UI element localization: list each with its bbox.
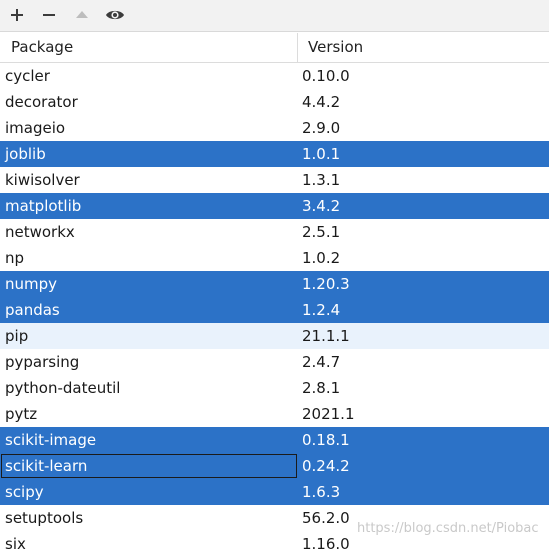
package-version: 2.4.7: [302, 353, 341, 371]
package-name: matplotlib: [5, 197, 82, 215]
column-header-version[interactable]: Version: [308, 33, 363, 62]
package-version: 1.3.1: [302, 171, 341, 189]
package-name: cycler: [5, 67, 50, 85]
table-row[interactable]: python-dateutil 2.8.1: [0, 375, 549, 401]
package-version: 0.10.0: [302, 67, 350, 85]
package-version: 1.20.3: [302, 275, 350, 293]
package-version: 1.16.0: [302, 535, 350, 550]
package-version: 4.4.2: [302, 93, 341, 111]
package-version: 1.2.4: [302, 301, 341, 319]
minus-icon: [43, 14, 55, 16]
package-name: scikit-image: [5, 431, 97, 449]
package-name: six: [5, 535, 26, 550]
package-name: pandas: [5, 301, 60, 319]
table-row[interactable]: np 1.0.2: [0, 245, 549, 271]
table-row[interactable]: matplotlib 3.4.2: [0, 193, 549, 219]
package-version: 0.18.1: [302, 431, 350, 449]
package-version: 1.0.2: [302, 249, 341, 267]
package-version: 2021.1: [302, 405, 355, 423]
package-version: 56.2.0: [302, 509, 350, 527]
watermark: https://blog.csdn.net/Piobac: [357, 521, 539, 536]
package-name: pytz: [5, 405, 38, 423]
package-name: joblib: [5, 145, 46, 163]
package-name: numpy: [5, 275, 58, 293]
table-row[interactable]: pip 21.1.1: [0, 323, 549, 349]
column-header-package[interactable]: Package: [11, 33, 73, 62]
package-name: setuptools: [5, 509, 84, 527]
column-divider[interactable]: [297, 33, 298, 62]
table-row[interactable]: cycler 0.10.0: [0, 63, 549, 89]
toolbar: [0, 0, 549, 32]
table-row[interactable]: imageio 2.9.0: [0, 115, 549, 141]
add-package-button[interactable]: [6, 4, 28, 26]
table-row[interactable]: numpy 1.20.3: [0, 271, 549, 297]
table-row[interactable]: kiwisolver 1.3.1: [0, 167, 549, 193]
package-name: scipy: [5, 483, 44, 501]
eye-icon: [106, 10, 124, 20]
up-triangle-icon: [76, 11, 88, 18]
table-header: Package Version: [0, 33, 549, 63]
plus-icon: [11, 9, 23, 21]
table-row[interactable]: networkx 2.5.1: [0, 219, 549, 245]
package-name: decorator: [5, 93, 78, 111]
package-version: 2.9.0: [302, 119, 341, 137]
table-row[interactable]: joblib 1.0.1: [0, 141, 549, 167]
package-name: np: [5, 249, 25, 267]
package-version: 2.5.1: [302, 223, 341, 241]
package-version: 0.24.2: [302, 457, 350, 475]
package-version: 21.1.1: [302, 327, 350, 345]
package-name: python-dateutil: [5, 379, 121, 397]
table-row[interactable]: scikit-learn 0.24.2: [0, 453, 549, 479]
package-version: 1.0.1: [302, 145, 341, 163]
package-name: pip: [5, 327, 29, 345]
package-list: cycler 0.10.0 decorator 4.4.2 imageio 2.9.0 jo…: [0, 63, 549, 550]
package-name: pyparsing: [5, 353, 80, 371]
remove-package-button[interactable]: [38, 4, 60, 26]
table-row[interactable]: scipy 1.6.3: [0, 479, 549, 505]
package-name: kiwisolver: [5, 171, 80, 189]
package-name: networkx: [5, 223, 75, 241]
table-row[interactable]: pytz 2021.1: [0, 401, 549, 427]
table-row[interactable]: scikit-image 0.18.1: [0, 427, 549, 453]
table-row[interactable]: decorator 4.4.2: [0, 89, 549, 115]
focus-outline: [1, 454, 297, 478]
show-details-button[interactable]: [104, 4, 126, 26]
table-row[interactable]: pyparsing 2.4.7: [0, 349, 549, 375]
package-version: 1.6.3: [302, 483, 341, 501]
package-version: 3.4.2: [302, 197, 341, 215]
package-version: 2.8.1: [302, 379, 341, 397]
upgrade-package-button[interactable]: [71, 4, 93, 26]
package-name: imageio: [5, 119, 66, 137]
table-row[interactable]: pandas 1.2.4: [0, 297, 549, 323]
